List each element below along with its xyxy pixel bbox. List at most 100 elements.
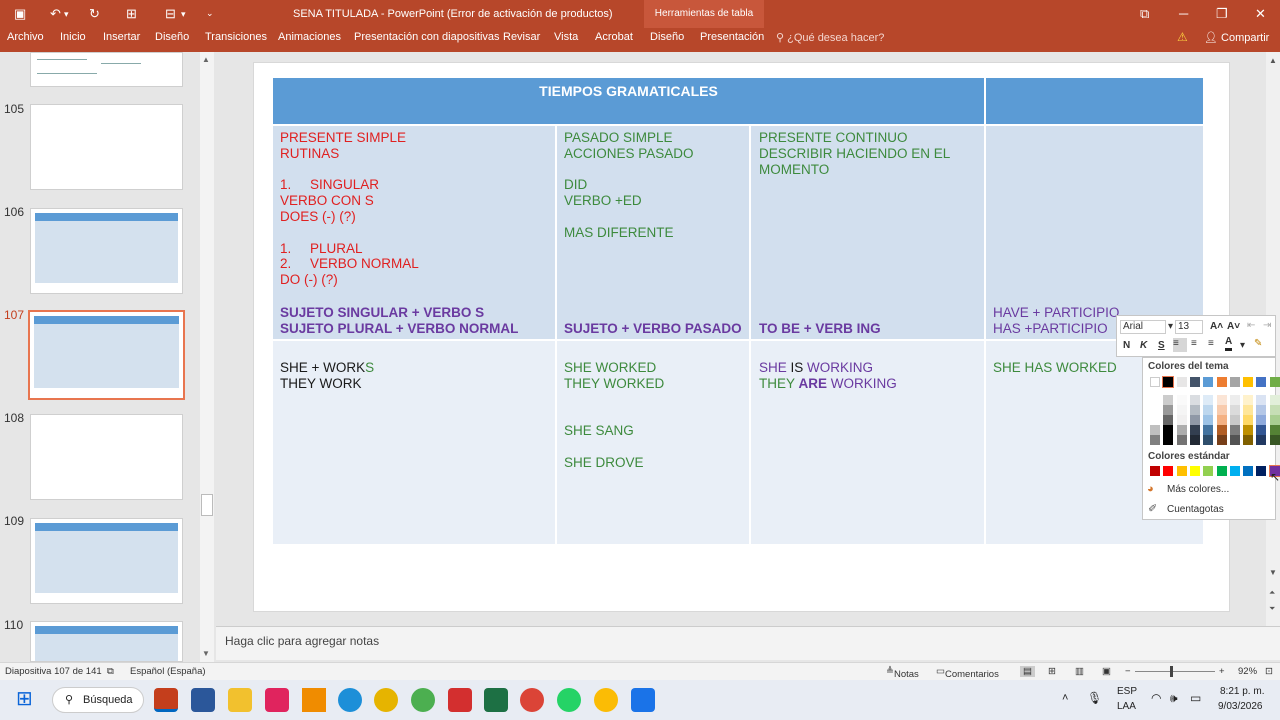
align-center-icon[interactable]: ≡ xyxy=(1191,338,1197,349)
scroll-down-icon[interactable]: ▼ xyxy=(1269,568,1277,577)
theme-color-swatch[interactable] xyxy=(1176,405,1187,415)
format-painter-icon[interactable]: ✎ xyxy=(1254,338,1262,349)
normal-view-icon[interactable]: ▤ xyxy=(1020,666,1035,677)
increase-indent-icon[interactable]: ⇥ xyxy=(1263,320,1271,331)
powerpoint-icon[interactable] xyxy=(154,688,178,712)
decrease-indent-icon[interactable]: ⇤ xyxy=(1247,320,1255,331)
font-color-icon[interactable]: A xyxy=(1225,336,1233,351)
theme-color-swatch[interactable] xyxy=(1176,377,1187,387)
zoom-in-icon[interactable]: + xyxy=(1219,666,1225,677)
clock-date[interactable]: 9/03/2026 xyxy=(1218,701,1263,712)
language-status[interactable]: Español (España) xyxy=(130,666,206,677)
theme-color-swatch[interactable] xyxy=(1203,395,1214,405)
reading-view-icon[interactable]: ▥ xyxy=(1075,666,1084,677)
table-header-row[interactable]: TIEMPOS GRAMATICALES xyxy=(273,78,1203,124)
theme-color-swatch[interactable] xyxy=(1203,435,1214,445)
theme-color-swatch[interactable] xyxy=(1229,395,1240,405)
tab-archivo[interactable]: Archivo xyxy=(7,31,44,43)
slideshow-icon[interactable]: ▣ xyxy=(1102,666,1111,677)
theme-color-swatch[interactable] xyxy=(1150,435,1160,445)
thumbnails-scrollbar[interactable]: ▲ ▼ xyxy=(200,52,214,662)
redo-icon[interactable]: ↻ xyxy=(89,6,100,22)
thumbnail-109[interactable] xyxy=(30,518,183,604)
font-size-select[interactable]: 13 xyxy=(1175,320,1203,334)
theme-color-swatch[interactable] xyxy=(1203,415,1214,425)
standard-color-swatch[interactable] xyxy=(1189,466,1200,476)
theme-color-swatch[interactable] xyxy=(1216,377,1227,387)
theme-color-swatch[interactable] xyxy=(1163,425,1174,435)
volume-icon[interactable]: 🕪︎ xyxy=(1170,691,1178,706)
theme-color-swatch[interactable] xyxy=(1150,415,1160,425)
eyedropper-item[interactable]: Cuentagotas xyxy=(1167,504,1224,515)
layout-dropdown-icon[interactable]: ▾ xyxy=(181,9,186,20)
theme-color-swatch[interactable] xyxy=(1150,377,1160,387)
standard-color-swatch[interactable] xyxy=(1243,466,1254,476)
align-left-icon[interactable]: ≡ xyxy=(1173,338,1187,352)
theme-color-swatch[interactable] xyxy=(1216,435,1227,445)
save-icon[interactable]: ▣ xyxy=(14,6,26,22)
zoom-level[interactable]: 92% xyxy=(1238,666,1257,677)
zoom-out-icon[interactable]: − xyxy=(1125,666,1131,677)
theme-color-swatch[interactable] xyxy=(1269,435,1280,445)
chrome-profile-icon[interactable] xyxy=(594,688,618,712)
warning-icon[interactable]: ⚠ xyxy=(1177,30,1188,44)
battery-icon[interactable]: ▭ xyxy=(1190,691,1201,705)
vlc-icon[interactable] xyxy=(302,688,326,712)
theme-color-swatch[interactable] xyxy=(1176,395,1187,405)
zoom-slider[interactable] xyxy=(1135,671,1215,672)
theme-color-swatch[interactable] xyxy=(1189,435,1200,445)
theme-color-swatch[interactable] xyxy=(1163,415,1174,425)
minimize-button[interactable]: ─ xyxy=(1179,6,1188,21)
theme-color-swatch[interactable] xyxy=(1269,395,1280,405)
slide-sorter-icon[interactable]: ⊞ xyxy=(1048,666,1056,677)
theme-color-swatch[interactable] xyxy=(1189,425,1200,435)
scroll-down-icon[interactable]: ▼ xyxy=(202,649,210,658)
layout-icon[interactable]: ⊟ xyxy=(165,6,176,22)
fit-slide-icon[interactable]: ⊡ xyxy=(1265,666,1273,677)
chevron-down-icon[interactable]: ▾ xyxy=(1240,340,1245,351)
edge-icon[interactable] xyxy=(338,688,362,712)
theme-color-swatch[interactable] xyxy=(1229,415,1240,425)
tab-revisar[interactable]: Revisar xyxy=(503,31,540,43)
tab-insertar[interactable]: Insertar xyxy=(103,31,140,43)
theme-color-swatch[interactable] xyxy=(1243,425,1254,435)
theme-color-swatch[interactable] xyxy=(1256,415,1267,425)
undo-dropdown-icon[interactable]: ▾ xyxy=(64,9,69,20)
theme-color-swatch[interactable] xyxy=(1163,405,1174,415)
theme-color-swatch[interactable] xyxy=(1163,395,1174,405)
thumbnail-105[interactable] xyxy=(30,104,183,190)
spellcheck-icon[interactable]: ⧉ xyxy=(107,666,114,677)
theme-color-swatch[interactable] xyxy=(1269,425,1280,435)
windows-start-icon[interactable]: ⊞ xyxy=(16,689,33,709)
theme-color-swatch[interactable] xyxy=(1229,425,1240,435)
standard-color-swatch[interactable] xyxy=(1256,466,1267,476)
wifi-icon[interactable]: ◠ xyxy=(1151,691,1161,705)
theme-color-swatch[interactable] xyxy=(1269,405,1280,415)
theme-color-swatch[interactable] xyxy=(1256,425,1267,435)
theme-color-swatch[interactable] xyxy=(1163,435,1174,445)
tab-diseno[interactable]: Diseño xyxy=(155,31,189,43)
theme-color-swatch[interactable] xyxy=(1229,377,1240,387)
tab-presentacion-diapositivas[interactable]: Presentación con diapositivas xyxy=(354,31,500,43)
theme-color-swatch[interactable] xyxy=(1256,395,1267,405)
theme-color-swatch[interactable] xyxy=(1216,395,1227,405)
italic-button[interactable]: K xyxy=(1140,340,1147,351)
theme-color-swatch[interactable] xyxy=(1269,415,1280,425)
theme-color-swatch[interactable] xyxy=(1256,405,1267,415)
clock-time[interactable]: 8:21 p. m. xyxy=(1220,686,1264,697)
input-language[interactable]: ESP xyxy=(1117,686,1137,697)
theme-color-swatch[interactable] xyxy=(1176,435,1187,445)
tab-transiciones[interactable]: Transiciones xyxy=(205,31,267,43)
underline-button[interactable]: S xyxy=(1158,340,1165,351)
presenter-icon[interactable]: ⊞ xyxy=(126,6,137,22)
theme-color-swatch[interactable] xyxy=(1216,415,1227,425)
theme-color-swatch[interactable] xyxy=(1162,376,1175,388)
standard-color-swatch[interactable] xyxy=(1163,466,1174,476)
show-hidden-icons[interactable]: ˄ xyxy=(1062,692,1068,704)
theme-color-swatch[interactable] xyxy=(1189,377,1200,387)
photos-icon[interactable] xyxy=(411,688,435,712)
previous-slide-icon[interactable]: ⏶ xyxy=(1269,588,1275,598)
shrink-font-icon[interactable]: A˅ xyxy=(1227,321,1240,332)
theme-color-swatch[interactable] xyxy=(1203,405,1214,415)
theme-color-swatch[interactable] xyxy=(1203,425,1214,435)
